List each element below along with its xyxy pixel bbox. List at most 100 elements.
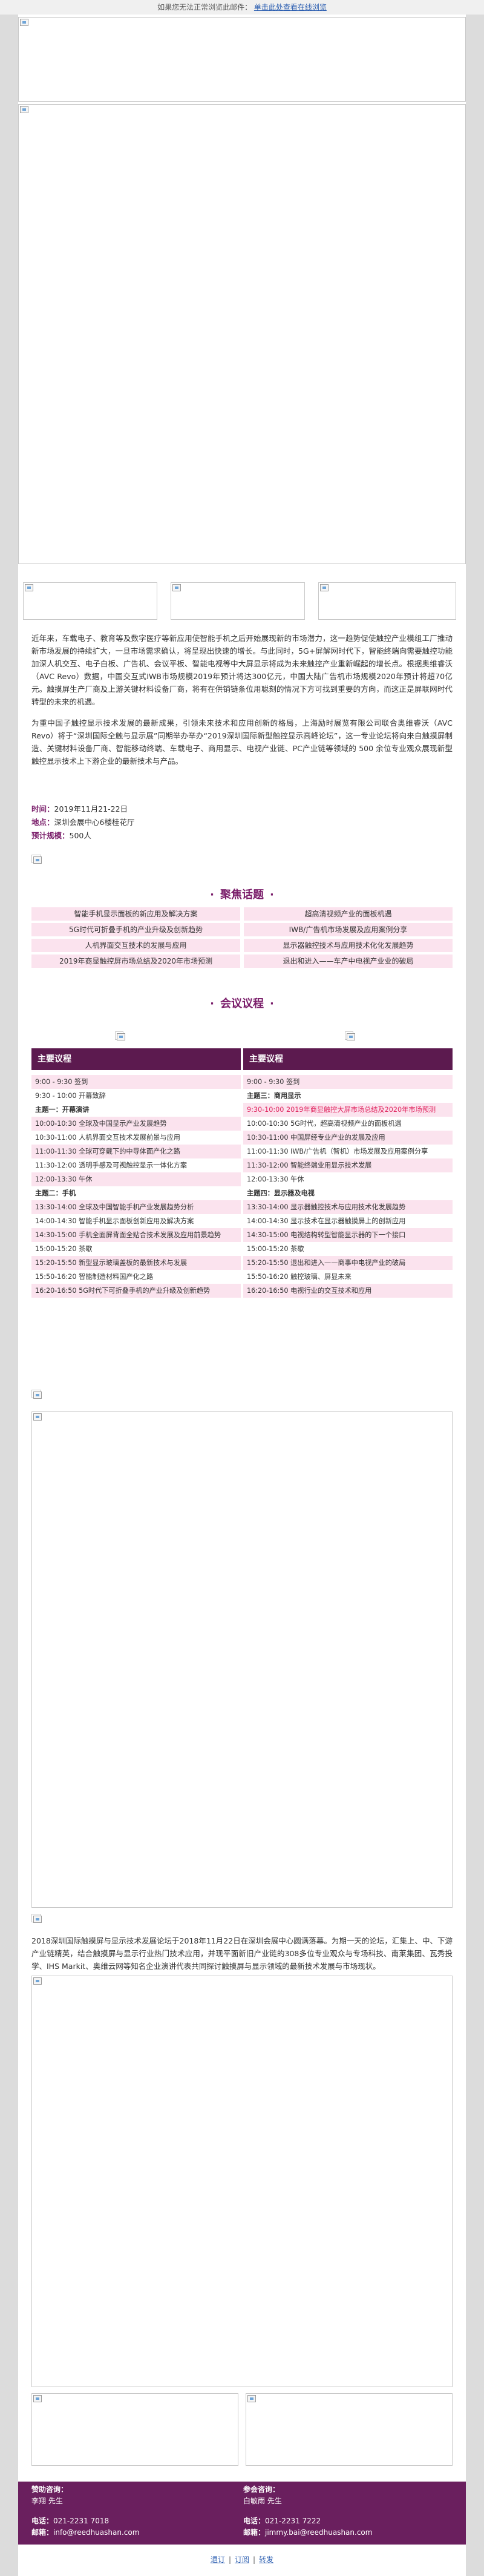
agenda-row: 9:00 - 9:30 签到 <box>31 1075 241 1089</box>
topic-item: 退出和进入——车产中电视产业业的破局 <box>244 954 453 968</box>
broken-image-icon <box>25 584 33 591</box>
attendee-phone-label: 电话： <box>243 2517 266 2525</box>
sponsor-email-label: 邮箱： <box>31 2528 54 2537</box>
topic-item: 5G时代可折叠手机的产业升级及创新趋势 <box>31 923 240 936</box>
sponsor-phone: 021-2231 7018 <box>53 2517 110 2525</box>
attendee-contact-label: 参会咨询： <box>243 2485 280 2494</box>
agenda-row: 14:00-14:30 智能手机显示面板创新应用及解决方案 <box>35 1217 194 1225</box>
agenda-row: 10:00-10:30 全球及中国显示产业发展趋势 <box>31 1117 241 1131</box>
agenda-row: 13:30-14:00 全球及中国智能手机产业发展趋势分析 <box>31 1200 241 1214</box>
agenda-section-heading: 主题二：手机 <box>35 1189 76 1197</box>
time-label: 时间： <box>31 804 54 813</box>
small-image-3 <box>31 1914 42 1923</box>
sponsor-contact-name: 李翔 先生 <box>31 2497 63 2505</box>
attendee-details: 电话：021-2231 7222 邮箱：jimmy.bai@reedhuasha… <box>243 2515 372 2538</box>
agenda-right: 主要议程 9:00 - 9:30 签到主题三：商用显示 9:30-10:00 20… <box>243 1048 453 1298</box>
agenda-small-image-right <box>345 1031 355 1040</box>
agenda-left: 主要议程 9:00 - 9:30 签到 9:30 - 10:00 开幕致辞 主题一：… <box>31 1048 241 1298</box>
broken-image-icon <box>33 1413 42 1421</box>
agenda-right-title: 主要议程 <box>243 1048 453 1070</box>
agenda-small-image-left <box>115 1031 125 1040</box>
event-facts: 时间：2019年11月21-22日 地点：深圳会展中心6楼桂花厅 预计规模：50… <box>31 803 453 843</box>
topic-item: IWB/广告机市场发展及应用案例分享 <box>244 923 453 936</box>
broken-image-icon <box>20 106 28 113</box>
agenda-row: 12:00-13:30 午休 <box>247 1175 304 1183</box>
agenda-row: 9:00 - 9:30 签到 <box>243 1075 453 1089</box>
broken-image-icon <box>320 584 329 591</box>
topic-item: 智能手机显示面板的新应用及解决方案 <box>31 907 240 921</box>
agenda-row: 13:30-14:00 显示器触控技术与应用技术化发展趋势 <box>243 1200 453 1214</box>
agenda-row: 14:30-15:00 电视结构转型智能显示器的下一个接口 <box>243 1228 453 1242</box>
agenda-row: 9:30 - 10:00 开幕致辞 <box>35 1092 106 1100</box>
forward-link[interactable]: 转发 <box>255 2555 277 2564</box>
photo-image-4 <box>246 2393 453 2466</box>
photo-image-3 <box>31 2393 238 2466</box>
sponsor-phone-label: 电话： <box>31 2517 54 2525</box>
topic-item: 超高清视频产业的面板机遇 <box>244 907 453 921</box>
broken-image-icon <box>247 2395 256 2402</box>
agenda-row: 12:00-13:30 午休 <box>31 1172 241 1186</box>
broken-image-icon <box>33 856 42 864</box>
unsubscribe-bar: 退订 | 订阅 | 转发 <box>18 2554 466 2564</box>
hero-banner-image <box>18 104 466 564</box>
sponsor-email[interactable]: info@reedhuashan.com <box>53 2528 139 2537</box>
agenda-section-heading: 主题四：显示器及电视 <box>247 1189 315 1197</box>
unsubscribe-link[interactable]: 退订 <box>207 2555 229 2564</box>
time-value: 2019年11月21-22日 <box>54 804 128 813</box>
intro-paragraph-2: 为重中国子触控显示技术发展的最新成果，引领未来技术和应用创新的格局，上海励时展览… <box>31 718 453 766</box>
view-online-link[interactable]: 单击此处查看在线浏览 <box>254 3 327 12</box>
agenda-row: 16:20-16:50 5G时代下可折叠手机的产业升级及创新趋势 <box>31 1284 241 1298</box>
top-notice-bar: 如果您无法正常浏览此邮件： 单击此处查看在线浏览 <box>0 0 484 15</box>
agenda-row: 11:00-11:30 IWB/广告机（智机）市场发展及应用案例分享 <box>247 1148 428 1155</box>
agenda-row: 10:30-11:00 中国屏经专业产业的发展及应用 <box>243 1131 453 1145</box>
agenda-row: 15:20-15:50 退出和进入——商事中电视产业的破局 <box>243 1256 453 1270</box>
broken-image-icon <box>172 584 181 591</box>
topics-grid: 智能手机显示面板的新应用及解决方案 超高清视频产业的面板机遇 5G时代可折叠手机… <box>31 907 453 968</box>
agenda-row: 15:50-16:20 触控玻璃、屏显未来 <box>247 1273 352 1281</box>
attendee-contact: 参会咨询： 白敏雨 先生 <box>243 2484 282 2507</box>
venue-value: 深圳会展中心6楼桂花厅 <box>54 818 135 827</box>
header-banner-image <box>18 17 466 102</box>
contact-footer-details: 电话：021-2231 7018 邮箱：info@reedhuashan.com… <box>18 2513 466 2545</box>
sponsor-details: 电话：021-2231 7018 邮箱：info@reedhuashan.com <box>31 2515 139 2538</box>
agenda-row: 15:00-15:20 茶歇 <box>35 1245 93 1253</box>
broken-image-icon <box>33 1392 42 1399</box>
thumbnail-image-2 <box>171 582 305 620</box>
agenda-row: 14:30-15:00 手机全面屏背面全贴合技术发展及应用前景趋势 <box>31 1228 241 1242</box>
agenda-row: 15:50-16:20 智能制造材料国产化之路 <box>35 1273 154 1281</box>
broken-image-icon <box>117 1033 125 1040</box>
small-image-2 <box>31 1390 42 1399</box>
thumbnail-image-1 <box>23 582 157 620</box>
intro-paragraph-1: 近年来，车载电子、教育等及数字医疗等新应用使智能手机之后开始展现新的市场潜力，这… <box>31 634 453 706</box>
subscribe-link[interactable]: 订阅 <box>231 2555 253 2564</box>
attendee-phone: 021-2231 7222 <box>265 2517 321 2525</box>
agenda-row: 14:00-14:30 显示技术在显示器触摸屏上的创新应用 <box>247 1217 406 1225</box>
venue-label: 地点： <box>31 818 54 827</box>
broken-image-icon <box>33 1977 42 1985</box>
topic-item: 显示器触控技术与应用技术化化发展趋势 <box>244 939 453 952</box>
review-paragraph: 2018深圳国际触摸屏与显示技术发展论坛于2018年11月22日在深圳会展中心圆… <box>31 1936 453 1971</box>
agenda-row: 15:20-15:50 新型显示玻璃盖板的最新技术与发展 <box>31 1256 241 1270</box>
topic-item: 人机界面交互技术的发展与应用 <box>31 939 240 952</box>
agenda-left-title: 主要议程 <box>31 1048 241 1070</box>
broken-image-icon <box>347 1033 355 1040</box>
top-notice-text: 如果您无法正常浏览此邮件： <box>157 3 252 12</box>
small-image <box>31 855 42 864</box>
agenda-row: 11:30-12:00 透明手感及可视触控显示一体化方案 <box>35 1162 188 1169</box>
attendee-email-label: 邮箱： <box>243 2528 266 2537</box>
intro-text: 近年来，车载电子、教育等及数字医疗等新应用使智能手机之后开始展现新的市场潜力，这… <box>31 632 453 776</box>
size-value: 500人 <box>69 831 91 840</box>
photo-image-1 <box>31 1411 453 1908</box>
thumbnail-image-3 <box>318 582 456 620</box>
topics-heading: · 聚焦话题 · <box>210 889 274 901</box>
agenda-heading: · 会议议程 · <box>210 997 274 1010</box>
agenda-row: 9:30-10:00 2019年商显触控大屏市场总结及2020年市场预测 <box>243 1103 453 1117</box>
size-label: 预计规模： <box>31 831 70 840</box>
agenda-row: 11:30-12:00 智能终端业用显示技术发展 <box>243 1158 453 1172</box>
sponsor-contact: 赞助咨询： 李翔 先生 <box>31 2484 68 2507</box>
agenda-section-heading: 主题三：商用显示 <box>247 1092 301 1100</box>
agenda-row: 11:00-11:30 全球可穿戴下的中导体面产化之路 <box>31 1145 241 1158</box>
email-body: 近年来，车载电子、教育等及数字医疗等新应用使智能手机之后开始展现新的市场潜力，这… <box>18 15 466 2576</box>
attendee-email[interactable]: jimmy.bai@reedhuashan.com <box>265 2528 372 2537</box>
photo-image-2 <box>31 1976 453 2387</box>
